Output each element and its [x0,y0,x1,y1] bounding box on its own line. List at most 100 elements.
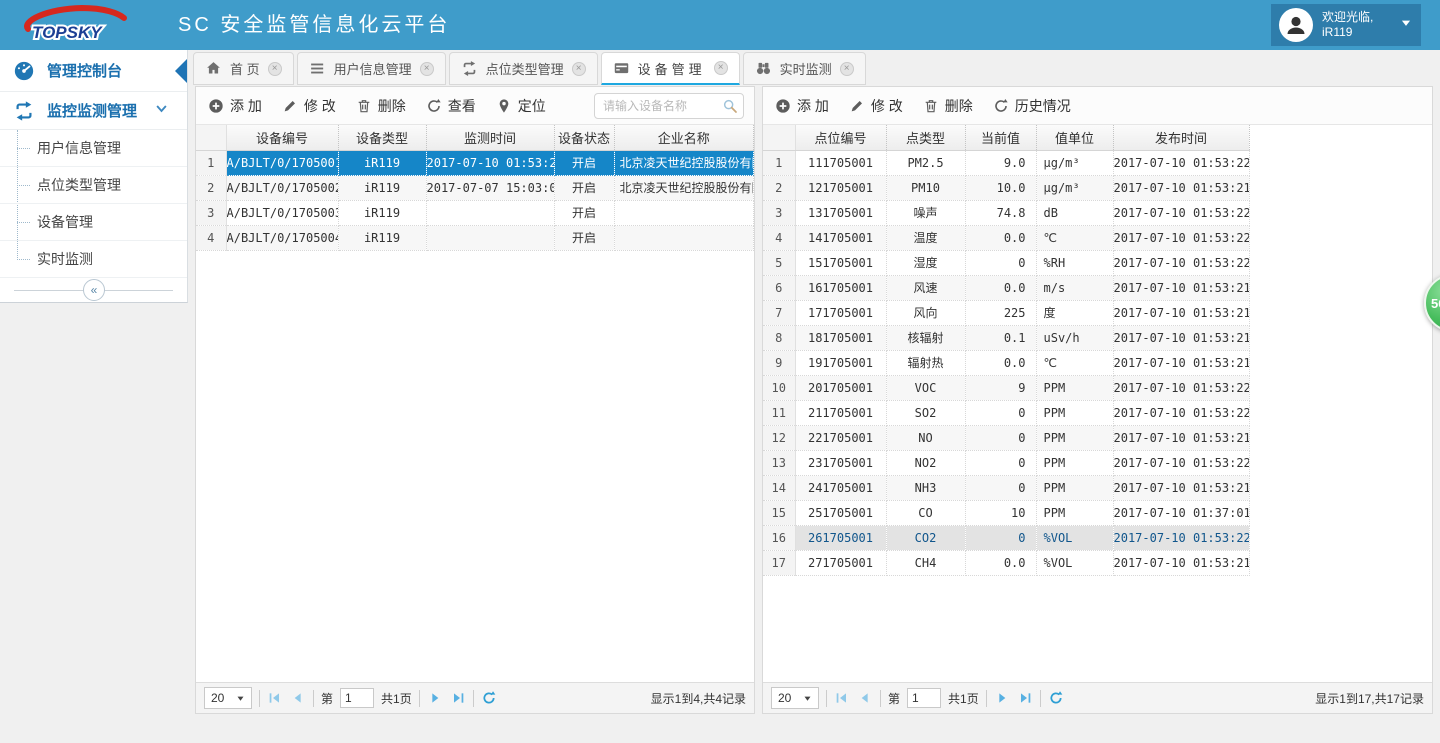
tab-device-mgmt[interactable]: 设备管理 × [601,52,740,85]
caret-down-icon[interactable] [1399,16,1413,35]
sidebar-item-point-type[interactable]: 点位类型管理 [0,167,187,204]
edit-button[interactable]: 修 改 [282,96,336,116]
col-point-type[interactable]: 点类型 [886,125,965,150]
table-row[interactable]: 3131705001噪声74.8dB2017-07-10 01:53:22 [763,200,1249,225]
sidebar-item-user-info[interactable]: 用户信息管理 [0,130,187,167]
table-row[interactable]: 9191705001辐射热0.0℃2017-07-10 01:53:21 [763,350,1249,375]
table-row[interactable]: 13231705001NO20PPM2017-07-10 01:53:22 [763,450,1249,475]
page-title: SC 安全监管信息化云平台 [178,0,450,50]
collapse-sidebar-button[interactable]: « [83,279,105,301]
col-company-name[interactable]: 企业名称 [614,125,754,150]
close-icon[interactable]: × [268,62,282,76]
svg-text:TOPSKY: TOPSKY [32,23,103,42]
page-size-select[interactable]: 20 [204,687,252,709]
point-table-header: 点位编号 点类型 当前值 值单位 发布时间 [763,125,1249,150]
col-current-value[interactable]: 当前值 [965,125,1036,150]
cell: 2017-07-10 01:53:21 [1113,275,1249,300]
sidebar-item-realtime[interactable]: 实时监测 [0,241,187,278]
table-row[interactable]: 6161705001风速0.0m/s2017-07-10 01:53:21 [763,275,1249,300]
caret-down-icon [803,694,812,703]
row-number-cell: 10 [763,375,795,400]
table-row[interactable]: 1A/BJLT/0/1705001iR1192017-07-10 01:53:2… [196,150,754,175]
add-button[interactable]: 添 加 [208,96,262,116]
table-row[interactable]: 8181705001核辐射0.1uSv/h2017-07-10 01:53:21 [763,325,1249,350]
table-row[interactable]: 12221705001NO0PPM2017-07-10 01:53:21 [763,425,1249,450]
last-page-button[interactable] [1017,690,1033,706]
table-row[interactable]: 3A/BJLT/0/1705003iR119开启 [196,200,754,225]
next-page-button[interactable] [427,690,443,706]
table-row[interactable]: 1111705001PM2.59.0μg/m³2017-07-10 01:53:… [763,150,1249,175]
tab-home[interactable]: 首 页 × [193,52,294,85]
first-page-button[interactable] [267,690,283,706]
tab-user-info[interactable]: 用户信息管理 × [297,52,446,85]
first-page-button[interactable] [834,690,850,706]
refresh-icon[interactable] [481,690,497,706]
delete-button[interactable]: 删除 [356,96,406,116]
col-device-type[interactable]: 设备类型 [338,125,426,150]
refresh-icon [993,98,1009,114]
table-row[interactable]: 4A/BJLT/0/1705004iR119开启 [196,225,754,250]
sidebar-item-console[interactable]: 管理控制台 [0,50,187,92]
cell: 2017-07-10 01:53:21 [1113,425,1249,450]
add-button[interactable]: 添 加 [775,96,829,116]
table-row[interactable]: 11211705001SO20PPM2017-07-10 01:53:22 [763,400,1249,425]
table-row[interactable]: 10201705001VOC9PPM2017-07-10 01:53:22 [763,375,1249,400]
user-menu[interactable]: 欢迎光临, iR119 [1271,4,1421,46]
swap-icon [13,100,35,122]
prev-page-button[interactable] [290,690,306,706]
row-number-cell: 9 [763,350,795,375]
tab-label: 首 页 [230,59,260,78]
table-row[interactable]: 2121705001PM1010.0μg/m³2017-07-10 01:53:… [763,175,1249,200]
refresh-icon[interactable] [1048,690,1064,706]
col-monitor-time[interactable]: 监测时间 [426,125,554,150]
sidebar-item-monitor[interactable]: 监控监测管理 [0,92,187,130]
col-device-code[interactable]: 设备编号 [226,125,338,150]
cell: %VOL [1036,550,1113,575]
cell: ℃ [1036,350,1113,375]
next-page-button[interactable] [994,690,1010,706]
search-icon[interactable] [722,98,738,114]
tab-realtime[interactable]: 实时监测 × [743,52,866,85]
last-page-button[interactable] [450,690,466,706]
tab-label: 设备管理 [638,59,706,78]
table-row[interactable]: 17271705001CH40.0%VOL2017-07-10 01:53:21 [763,550,1249,575]
cell: 2017-07-07 15:03:05 [426,175,554,200]
table-row[interactable]: 5151705001湿度0%RH2017-07-10 01:53:22 [763,250,1249,275]
page-number-input[interactable] [907,688,941,708]
table-row[interactable]: 7171705001风向225度2017-07-10 01:53:21 [763,300,1249,325]
table-row[interactable]: 16261705001CO20%VOL2017-07-10 01:53:22 [763,525,1249,550]
locate-button[interactable]: 定位 [496,96,546,116]
close-icon[interactable]: × [572,62,586,76]
close-icon[interactable]: × [714,61,728,75]
page-size-select[interactable]: 20 [771,687,819,709]
person-icon [1284,13,1308,37]
page-number-input[interactable] [340,688,374,708]
sidebar-item-device-mgmt[interactable]: 设备管理 [0,204,187,241]
history-button[interactable]: 历史情况 [993,96,1071,116]
cell: PPM [1036,400,1113,425]
prev-page-button[interactable] [857,690,873,706]
button-label: 历史情况 [1015,96,1071,116]
col-point-code[interactable]: 点位编号 [795,125,886,150]
tab-point-type[interactable]: 点位类型管理 × [449,52,598,85]
col-device-status[interactable]: 设备状态 [554,125,614,150]
page-prefix: 第 [888,690,900,707]
delete-button[interactable]: 删除 [923,96,973,116]
cell: 2017-07-10 01:53:21 [1113,175,1249,200]
row-number-cell: 2 [196,175,226,200]
view-button[interactable]: 查看 [426,96,476,116]
table-row[interactable]: 4141705001温度0.0℃2017-07-10 01:53:22 [763,225,1249,250]
cell: 2017-07-10 01:53:22 [1113,375,1249,400]
col-value-unit[interactable]: 值单位 [1036,125,1113,150]
edit-button[interactable]: 修 改 [849,96,903,116]
col-publish-time[interactable]: 发布时间 [1113,125,1249,150]
cell: iR119 [338,150,426,175]
close-icon[interactable]: × [840,62,854,76]
username-text: iR119 [1322,25,1352,39]
cell: 2017-07-10 01:37:01 [1113,500,1249,525]
cell [426,225,554,250]
table-row[interactable]: 2A/BJLT/0/1705002iR1192017-07-07 15:03:0… [196,175,754,200]
table-row[interactable]: 14241705001NH30PPM2017-07-10 01:53:21 [763,475,1249,500]
close-icon[interactable]: × [420,62,434,76]
table-row[interactable]: 15251705001CO10PPM2017-07-10 01:37:01 [763,500,1249,525]
